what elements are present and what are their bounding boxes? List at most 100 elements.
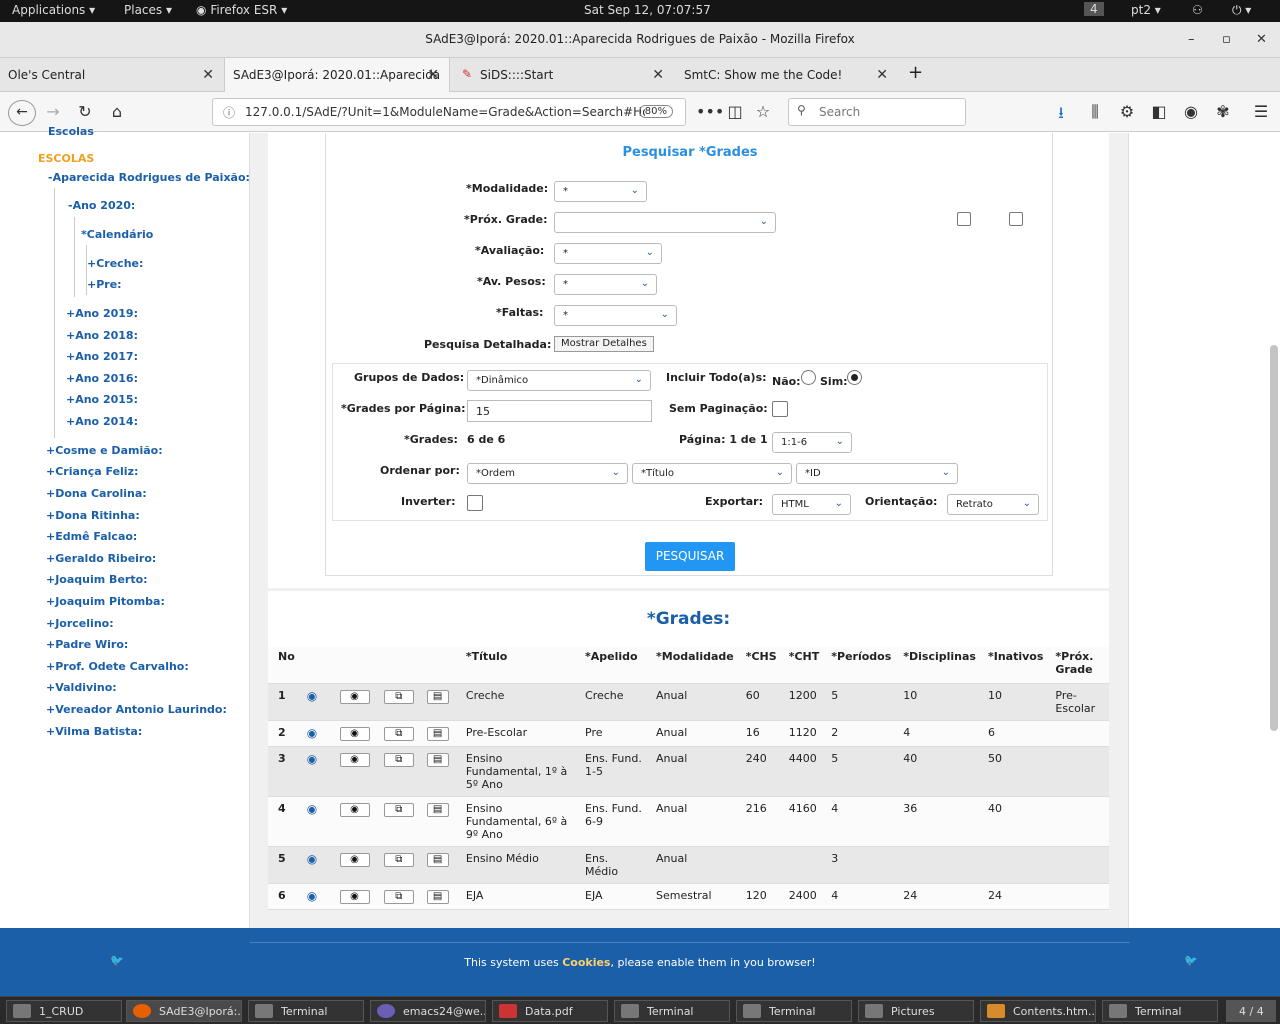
pocket-icon[interactable]: ◫ bbox=[724, 102, 746, 121]
edit-card-icon[interactable]: ⧉ bbox=[383, 853, 414, 867]
tab-oles-central[interactable]: Ole's Central ✕ bbox=[0, 58, 224, 92]
edit-card-icon[interactable]: ⧉ bbox=[383, 803, 414, 817]
close-tab-icon[interactable]: ✕ bbox=[202, 67, 214, 83]
page-actions-icon[interactable]: ••• bbox=[696, 102, 724, 121]
sidebar-item-school[interactable]: +Joaquim Pitomba: bbox=[46, 595, 165, 608]
sidebar-item-school[interactable]: +Joaquim Berto: bbox=[46, 573, 148, 586]
downloads-icon[interactable]: ⭳ bbox=[1050, 102, 1072, 129]
sidebar-escolas-partial[interactable]: Escolas bbox=[48, 125, 94, 138]
url-bar[interactable]: ⓘ 127.0.0.1/SAdE/?Unit=1&ModuleName=Grad… bbox=[212, 98, 686, 126]
pesquisar-button[interactable]: PESQUISAR bbox=[645, 542, 735, 571]
sidebar-item-ano-2019[interactable]: +Ano 2019: bbox=[66, 307, 138, 320]
table-row[interactable]: 4 ◉ ◉ ⧉ ▤ Ensino Fundamental, 6º à 9º Ano Ens.… bbox=[268, 796, 1109, 847]
show-eye-icon[interactable]: ◉ bbox=[339, 803, 370, 817]
delete-record-icon[interactable]: ▤ bbox=[426, 853, 449, 867]
column-header[interactable]: *Inativos bbox=[981, 647, 1050, 684]
page-scrollbar[interactable] bbox=[1270, 345, 1278, 731]
tab-sids[interactable]: ✎ SiDS::::Start ✕ bbox=[450, 58, 674, 92]
taskbar-item[interactable]: Terminal bbox=[736, 1000, 852, 1022]
sidebar-item-ano-2014[interactable]: +Ano 2014: bbox=[66, 415, 138, 428]
sidebar-item-ano-2018[interactable]: +Ano 2018: bbox=[66, 329, 138, 342]
places-menu[interactable]: Places ▾ bbox=[124, 3, 172, 17]
url-text[interactable]: 127.0.0.1/SAdE/?Unit=1&ModuleName=Grade&… bbox=[245, 105, 645, 119]
edit-card-icon[interactable]: ⧉ bbox=[383, 890, 414, 904]
sidebar-item-ano-2016[interactable]: +Ano 2016: bbox=[66, 372, 138, 385]
sidebar-item-school[interactable]: +Valdivino: bbox=[46, 681, 117, 694]
sidebar-item-school[interactable]: +Edmê Falcao: bbox=[46, 530, 137, 543]
power-icon[interactable]: ⏻ ▾ bbox=[1232, 3, 1251, 18]
sidebar-item-creche[interactable]: +Creche: bbox=[87, 257, 143, 270]
av-pesos-select[interactable]: * ⌄ bbox=[554, 274, 657, 295]
delete-record-icon[interactable]: ▤ bbox=[426, 753, 449, 767]
new-tab-button[interactable]: + bbox=[902, 58, 932, 92]
show-eye-icon[interactable]: ◉ bbox=[339, 853, 370, 867]
table-row[interactable]: 5 ◉ ◉ ⧉ ▤ Ensino Médio Ens. Médio Anual 3 bbox=[268, 846, 1109, 884]
addon-icon[interactable]: ✾ bbox=[1212, 102, 1234, 121]
table-row[interactable]: 2 ◉ ◉ ⧉ ▤ Pre-Escolar Pre Anual 16 1120 2 4 6 bbox=[268, 720, 1109, 747]
incluir-sim-radio[interactable] bbox=[847, 370, 862, 385]
sidebar-item-school[interactable]: +Cosme e Damião: bbox=[46, 444, 163, 457]
column-header[interactable]: No bbox=[268, 647, 301, 684]
firefox-app-menu[interactable]: ◉ Firefox ESR ▾ bbox=[196, 3, 287, 17]
sidebar-item-school[interactable]: +Dona Ritinha: bbox=[46, 509, 140, 522]
workspace-indicator[interactable]: 4 bbox=[1084, 2, 1104, 16]
sem-paginacao-checkbox[interactable] bbox=[772, 401, 788, 417]
inverter-checkbox[interactable] bbox=[467, 495, 483, 511]
edit-card-icon[interactable]: ⧉ bbox=[383, 753, 414, 767]
table-row[interactable]: 1 ◉ ◉ ⧉ ▤ Creche Creche Anual 60 1200 5 10 10 Pre-Esc… bbox=[268, 683, 1109, 721]
sidebar-item-calendario[interactable]: *Calendário bbox=[81, 228, 153, 241]
prox-grade-checkbox-1[interactable] bbox=[957, 212, 971, 226]
ordem2-select[interactable]: *Título ⌄ bbox=[632, 463, 792, 484]
ordem1-select[interactable]: *Ordem ⌄ bbox=[467, 463, 628, 484]
taskbar-item[interactable]: Contents.htm... bbox=[980, 1000, 1096, 1022]
sidebar-item-school[interactable]: +Prof. Odete Carvalho: bbox=[46, 660, 189, 673]
sidebar-item-pre[interactable]: +Pre: bbox=[87, 278, 122, 291]
taskbar-item[interactable]: SAdE3@Iporá:... bbox=[126, 1000, 242, 1022]
close-window-button[interactable]: ✕ bbox=[1256, 32, 1267, 47]
hamburger-menu-icon[interactable]: ☰ bbox=[1250, 102, 1272, 121]
column-header[interactable]: *Próx. Grade bbox=[1049, 647, 1109, 684]
applications-menu[interactable]: Applications ▾ bbox=[12, 3, 95, 17]
close-tab-icon[interactable]: ✕ bbox=[876, 67, 888, 83]
tab-sade3[interactable]: SAdE3@Iporá: 2020.01::Aparecida ✕ bbox=[224, 58, 450, 92]
taskbar-item[interactable]: emacs24@we... bbox=[370, 1000, 486, 1022]
cookies-link[interactable]: Cookies bbox=[562, 956, 610, 969]
column-header[interactable]: *Apelido bbox=[579, 647, 650, 684]
taskbar-item[interactable]: Terminal bbox=[1102, 1000, 1218, 1022]
bookmark-star-icon[interactable]: ☆ bbox=[752, 102, 774, 121]
incluir-nao-radio[interactable] bbox=[801, 370, 816, 385]
mostrar-detalhes-button[interactable]: Mostrar Detalhes bbox=[554, 336, 654, 352]
search-bar[interactable]: ⚲ Search bbox=[788, 98, 966, 126]
sidebar-item-ano-2015[interactable]: +Ano 2015: bbox=[66, 393, 138, 406]
view-eye-icon[interactable]: ◉ bbox=[307, 852, 317, 866]
taskbar-item[interactable]: Data.pdf bbox=[492, 1000, 608, 1022]
back-button[interactable]: ← bbox=[8, 100, 36, 126]
tab-smtc[interactable]: SmtC: Show me the Code! ✕ bbox=[674, 58, 898, 92]
taskbar-item[interactable]: Terminal bbox=[614, 1000, 730, 1022]
show-eye-icon[interactable]: ◉ bbox=[339, 690, 370, 704]
zoom-indicator[interactable]: 80% bbox=[638, 105, 673, 118]
faltas-select[interactable]: * ⌄ bbox=[554, 305, 677, 326]
close-tab-icon[interactable]: ✕ bbox=[427, 67, 439, 83]
sidebar-item-ano-2020[interactable]: -Ano 2020: bbox=[68, 199, 135, 212]
keyboard-layout[interactable]: pt2 ▾ bbox=[1131, 3, 1161, 17]
view-eye-icon[interactable]: ◉ bbox=[307, 802, 317, 816]
column-header[interactable]: *CHS bbox=[739, 647, 783, 684]
table-row[interactable]: 6 ◉ ◉ ⧉ ▤ EJA EJA Semestral 120 2400 4 24 24 bbox=[268, 883, 1109, 910]
taskbar-item[interactable]: 1_CRUD bbox=[6, 1000, 122, 1022]
workspace-pager[interactable]: 4 / 4 bbox=[1226, 1000, 1276, 1022]
column-header[interactable]: *Título bbox=[459, 647, 580, 684]
prox-grade-select[interactable]: ⌄ bbox=[554, 212, 776, 233]
taskbar-item[interactable]: Pictures bbox=[858, 1000, 974, 1022]
home-button[interactable]: ⌂ bbox=[106, 102, 128, 121]
extension-icon[interactable]: ⚙ bbox=[1116, 102, 1138, 121]
ordem3-select[interactable]: *ID ⌄ bbox=[796, 463, 958, 484]
forward-button[interactable]: → bbox=[42, 102, 64, 121]
column-header[interactable]: *Modalidade bbox=[650, 647, 740, 684]
edit-card-icon[interactable]: ⧉ bbox=[383, 690, 414, 704]
clock[interactable]: Sat Sep 12, 07:07:57 bbox=[584, 3, 711, 17]
reload-button[interactable]: ↻ bbox=[74, 102, 96, 121]
view-eye-icon[interactable]: ◉ bbox=[307, 752, 317, 766]
sidebar-item-school[interactable]: +Criança Feliz: bbox=[46, 465, 138, 478]
sidebar-item-school[interactable]: +Padre Wiro: bbox=[46, 638, 128, 651]
